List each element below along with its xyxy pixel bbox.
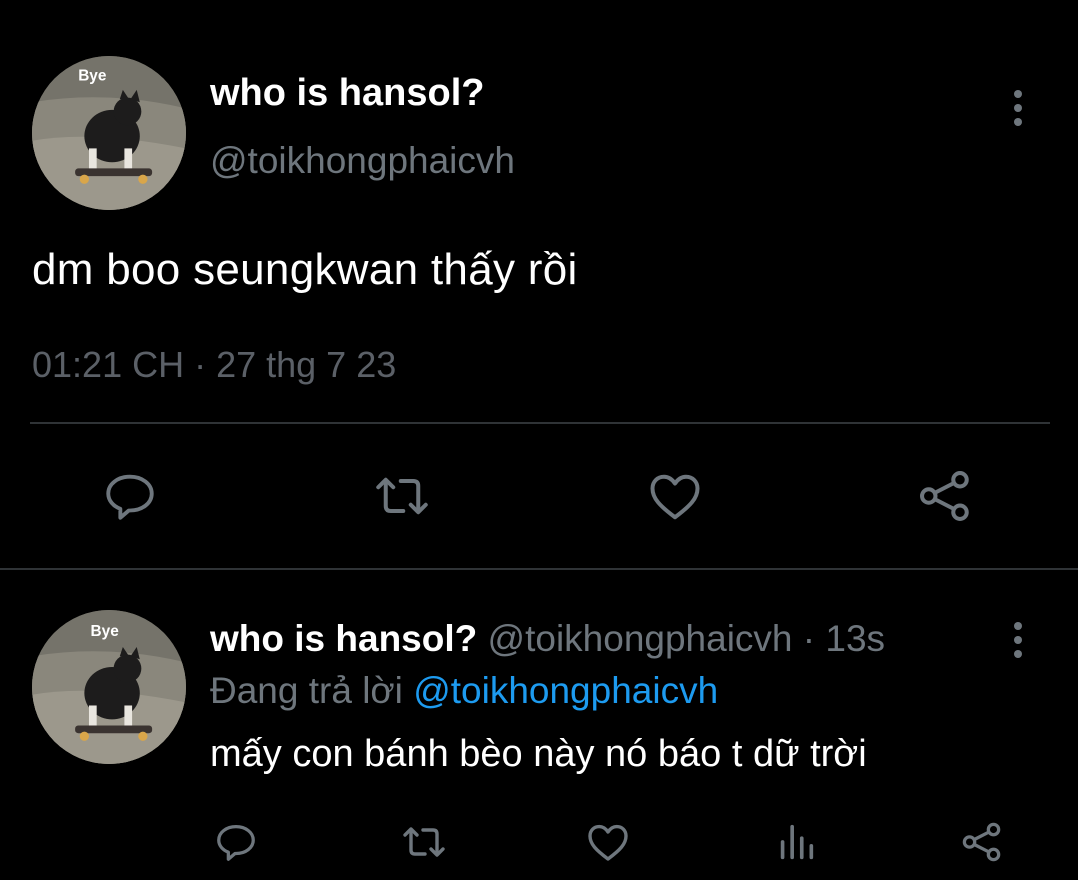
time-ago[interactable]: 13s — [825, 618, 885, 659]
reply-icon — [217, 825, 255, 861]
cat-on-skateboard-avatar-image: Bye — [32, 610, 186, 764]
user-handle[interactable]: @toikhongphaicvh — [210, 140, 515, 182]
retweet-button[interactable] — [398, 816, 450, 868]
reply-icon — [106, 474, 154, 520]
share-icon — [919, 470, 969, 522]
avatar[interactable]: Bye — [32, 610, 186, 764]
more-options-icon[interactable] — [1002, 88, 1034, 128]
tweet-text: dm boo seungkwan thấy rồi — [32, 245, 578, 294]
analytics-button[interactable] — [770, 816, 822, 868]
separator: · — [792, 618, 826, 659]
retweet-icon — [403, 827, 445, 857]
avatar-caption: Bye — [91, 623, 120, 640]
replying-to: Đang trả lời @toikhongphaicvh — [210, 670, 718, 712]
like-button[interactable] — [582, 816, 634, 868]
user-handle[interactable]: @toikhongphaicvh — [488, 618, 793, 659]
analytics-icon — [780, 824, 814, 860]
replying-to-mention-link[interactable]: @toikhongphaicvh — [413, 670, 718, 711]
share-button[interactable] — [915, 466, 975, 526]
divider — [30, 422, 1050, 424]
retweet-icon — [376, 477, 428, 515]
like-icon — [650, 474, 700, 520]
share-button[interactable] — [956, 816, 1008, 868]
like-icon — [588, 824, 628, 861]
tweet-text: mấy con bánh bèo này nó báo t dữ trời — [210, 733, 867, 775]
share-icon — [962, 822, 1001, 862]
replying-to-label: Đang trả lời — [210, 670, 414, 711]
avatar-caption: Bye — [78, 68, 107, 85]
avatar[interactable]: Bye — [32, 56, 186, 210]
reply-button[interactable] — [100, 466, 160, 526]
section-divider — [0, 568, 1078, 570]
display-name[interactable]: who is hansol? — [210, 72, 484, 115]
display-name[interactable]: who is hansol? — [210, 618, 477, 659]
retweet-button[interactable] — [372, 466, 432, 526]
more-options-icon[interactable] — [1002, 620, 1034, 660]
cat-on-skateboard-avatar-image: Bye — [32, 56, 186, 210]
like-button[interactable] — [645, 466, 705, 526]
reply-button[interactable] — [210, 816, 262, 868]
tweet-timestamp[interactable]: 01:21 CH · 27 thg 7 23 — [32, 344, 396, 386]
reply-header: who is hansol? @toikhongphaicvh · 13s — [210, 618, 885, 660]
